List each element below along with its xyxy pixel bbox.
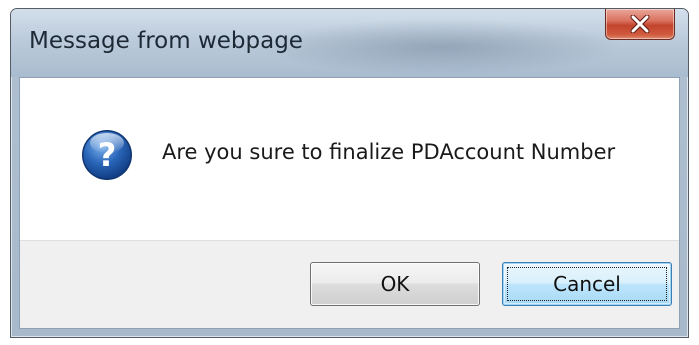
dialog-title: Message from webpage <box>29 28 303 54</box>
message-area: ? Are you sure to finalize PDAccount Num… <box>20 78 679 240</box>
cancel-button-label: Cancel <box>553 272 621 296</box>
dialog-message: Are you sure to finalize PDAccount Numbe… <box>162 140 616 164</box>
ok-button-label: OK <box>380 272 410 296</box>
cancel-button[interactable]: Cancel <box>502 262 672 306</box>
button-bar: OK Cancel <box>20 240 679 328</box>
dialog-body: ? Are you sure to finalize PDAccount Num… <box>19 77 680 329</box>
message-dialog: Message from webpage ? Are you sure to f… <box>10 8 689 338</box>
close-x-icon <box>629 15 651 33</box>
ok-button[interactable]: OK <box>310 262 480 306</box>
question-icon: ? <box>80 128 134 182</box>
close-button[interactable] <box>605 9 675 40</box>
title-bar[interactable]: Message from webpage <box>11 9 688 77</box>
svg-text:?: ? <box>98 136 117 174</box>
